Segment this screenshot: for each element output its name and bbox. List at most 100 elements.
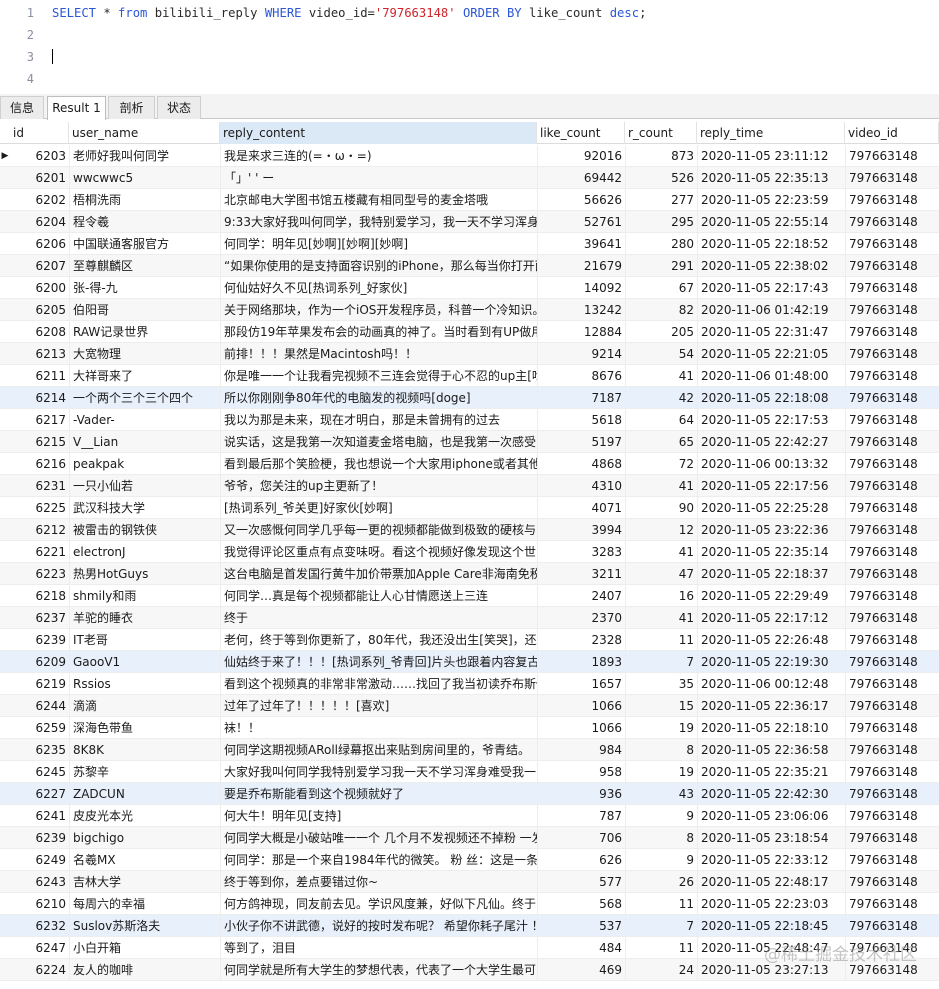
cell-r-count[interactable]: 8 xyxy=(625,827,697,849)
cell-reply-time[interactable]: 2020-11-06 00:13:32 xyxy=(697,453,845,475)
cell-like-count[interactable]: 39641 xyxy=(537,233,625,255)
cell-user-name[interactable]: 小白开箱 xyxy=(69,937,220,959)
cell-reply-content[interactable]: “如果你使用的是支持面容识别的iPhone，那么每当你打开面 xyxy=(220,255,537,277)
column-header-id[interactable]: id xyxy=(10,122,69,144)
cell-reply-content[interactable]: 要是乔布斯能看到这个视频就好了 xyxy=(220,783,537,805)
editor-line[interactable]: 2 xyxy=(0,24,939,46)
cell-reply-content[interactable]: 何同学…真是每个视频都能让人心甘情愿送上三连 xyxy=(220,585,537,607)
cell-video-id[interactable]: 797663148 xyxy=(845,475,939,497)
cell-reply-time[interactable]: 2020-11-05 22:23:59 xyxy=(697,189,845,211)
table-row[interactable]: 6217 -Vader- 我以为那是未来，现在才明白，那是未曾拥有的过去 5618 64… xyxy=(0,409,939,431)
cell-reply-content[interactable]: [热词系列_爷关更]好家伙[妙啊] xyxy=(220,497,537,519)
table-row[interactable]: 6241 皮皮光本光 何大牛！明年见[支持] 787 9 2020-11-05 23:06… xyxy=(0,805,939,827)
cell-id[interactable]: 6206 xyxy=(10,233,69,255)
cell-r-count[interactable]: 90 xyxy=(625,497,697,519)
cell-id[interactable]: 6247 xyxy=(10,937,69,959)
table-row[interactable]: 6221 electronJ 我觉得评论区重点有点变味呀。看这个视频好像发现这个世 3… xyxy=(0,541,939,563)
table-row[interactable]: 6207 至尊麒麟区 “如果你使用的是支持面容识别的iPhone，那么每当你打开面 2… xyxy=(0,255,939,277)
cell-like-count[interactable]: 8676 xyxy=(537,365,625,387)
cell-like-count[interactable]: 4310 xyxy=(537,475,625,497)
cell-reply-time[interactable]: 2020-11-05 22:18:45 xyxy=(697,915,845,937)
cell-r-count[interactable]: 280 xyxy=(625,233,697,255)
cell-video-id[interactable]: 797663148 xyxy=(845,409,939,431)
cell-video-id[interactable]: 797663148 xyxy=(845,673,939,695)
tab-profile[interactable]: 剖析 xyxy=(108,96,155,119)
table-row[interactable]: 6205 伯阳哥 关于网络那块，作为一个iOS开发程序员，科普一个冷知识。 13242… xyxy=(0,299,939,321)
cell-reply-time[interactable]: 2020-11-05 22:29:49 xyxy=(697,585,845,607)
cell-video-id[interactable]: 797663148 xyxy=(845,849,939,871)
cell-reply-content[interactable]: 何同学就是所有大学生的梦想代表，代表了一个大学生最可 xyxy=(220,959,537,981)
cell-reply-content[interactable]: 终于 xyxy=(220,607,537,629)
editor-line[interactable]: 1 SELECT * from bilibili_reply WHERE vide… xyxy=(0,2,939,24)
cell-like-count[interactable]: 1066 xyxy=(537,695,625,717)
cell-video-id[interactable]: 797663148 xyxy=(845,189,939,211)
cell-user-name[interactable]: shmily和雨 xyxy=(69,585,220,607)
cell-reply-time[interactable]: 2020-11-06 00:12:48 xyxy=(697,673,845,695)
cell-reply-content[interactable]: 你是唯一一个让我看完视频不三连会觉得于心不忍的up主[吃 xyxy=(220,365,537,387)
cell-id[interactable]: 6239 xyxy=(10,827,69,849)
cell-r-count[interactable]: 295 xyxy=(625,211,697,233)
cell-reply-content[interactable]: 老何，终于等到你更新了，80年代，我还没出生[笑哭]，还 xyxy=(220,629,537,651)
cell-video-id[interactable]: 797663148 xyxy=(845,519,939,541)
cell-r-count[interactable]: 65 xyxy=(625,431,697,453)
cell-video-id[interactable]: 797663148 xyxy=(845,541,939,563)
cell-video-id[interactable]: 797663148 xyxy=(845,827,939,849)
cell-like-count[interactable]: 5618 xyxy=(537,409,625,431)
cell-id[interactable]: 6224 xyxy=(10,959,69,981)
cell-id[interactable]: 6223 xyxy=(10,563,69,585)
cell-like-count[interactable]: 469 xyxy=(537,959,625,981)
cell-user-name[interactable]: Rssios xyxy=(69,673,220,695)
cell-user-name[interactable]: 友人的咖啡 xyxy=(69,959,220,981)
tab-status[interactable]: 状态 xyxy=(157,96,201,119)
cell-like-count[interactable]: 537 xyxy=(537,915,625,937)
cell-video-id[interactable]: 797663148 xyxy=(845,717,939,739)
cell-user-name[interactable]: ZADCUN xyxy=(69,783,220,805)
cell-video-id[interactable]: 797663148 xyxy=(845,277,939,299)
cell-reply-content[interactable]: 「」' ' ー xyxy=(220,167,537,189)
cell-user-name[interactable]: 一个两个三个三个四个 xyxy=(69,387,220,409)
cell-reply-content[interactable]: 何同学：那是一个来自1984年代的微笑。 粉 丝：这是一条 xyxy=(220,849,537,871)
cell-reply-content[interactable]: 过年了过年了！！！！！[喜欢] xyxy=(220,695,537,717)
table-row[interactable]: 6212 被雷击的钢铁侠 又一次感慨何同学几乎每一更的视频都能做到极致的硬核与 399… xyxy=(0,519,939,541)
cell-reply-time[interactable]: 2020-11-05 23:11:12 xyxy=(697,145,845,167)
cell-id[interactable]: 6217 xyxy=(10,409,69,431)
cell-like-count[interactable]: 1893 xyxy=(537,651,625,673)
cell-like-count[interactable]: 3211 xyxy=(537,563,625,585)
cell-video-id[interactable]: 797663148 xyxy=(845,167,939,189)
table-row[interactable]: 6209 GaooV1 仙姑终于来了！！！[热词系列_爷青回]片头也跟着内容复古 18… xyxy=(0,651,939,673)
cell-reply-time[interactable]: 2020-11-06 01:42:19 xyxy=(697,299,845,321)
cell-id[interactable]: 6249 xyxy=(10,849,69,871)
table-row[interactable]: 6231 一只小仙若 爷爷，您关注的up主更新了！ 4310 41 2020-11-05 … xyxy=(0,475,939,497)
cell-reply-content[interactable]: 何同学这期视频ARoll绿幕抠出来贴到房间里的，爷青结。 xyxy=(220,739,537,761)
cell-id[interactable]: 6241 xyxy=(10,805,69,827)
cell-video-id[interactable]: 797663148 xyxy=(845,365,939,387)
cell-id[interactable]: 6221 xyxy=(10,541,69,563)
cell-r-count[interactable]: 41 xyxy=(625,541,697,563)
result-grid[interactable]: id user_name reply_content like_count r_… xyxy=(0,122,939,989)
cell-video-id[interactable]: 797663148 xyxy=(845,695,939,717)
cell-id[interactable]: 6245 xyxy=(10,761,69,783)
cell-like-count[interactable]: 7187 xyxy=(537,387,625,409)
table-row[interactable]: 6214 一个两个三个三个四个 所以你刚刚争80年代的电脑发的视频吗[doge] 71… xyxy=(0,387,939,409)
table-row[interactable]: 6223 热男HotGuys 这台电脑是首发国行黄牛加价带票加Apple Care非… xyxy=(0,563,939,585)
cell-user-name[interactable]: 中国联通客服官方 xyxy=(69,233,220,255)
cell-user-name[interactable]: 一只小仙若 xyxy=(69,475,220,497)
cell-video-id[interactable]: 797663148 xyxy=(845,893,939,915)
cell-reply-time[interactable]: 2020-11-05 23:06:06 xyxy=(697,805,845,827)
cell-video-id[interactable]: 797663148 xyxy=(845,453,939,475)
cell-video-id[interactable]: 797663148 xyxy=(845,299,939,321)
cell-like-count[interactable]: 1066 xyxy=(537,717,625,739)
cell-reply-time[interactable]: 2020-11-05 22:26:48 xyxy=(697,629,845,651)
cell-like-count[interactable]: 14092 xyxy=(537,277,625,299)
tab-info[interactable]: 信息 xyxy=(0,96,44,119)
cell-video-id[interactable]: 797663148 xyxy=(845,343,939,365)
cell-video-id[interactable]: 797663148 xyxy=(845,761,939,783)
cell-like-count[interactable]: 984 xyxy=(537,739,625,761)
cell-reply-time[interactable]: 2020-11-05 22:42:30 xyxy=(697,783,845,805)
table-row[interactable]: ▶ 6203 老师好我叫何同学 我是来求三连的(=・ω・=) 92016 873 2020-… xyxy=(0,145,939,167)
cell-r-count[interactable]: 8 xyxy=(625,739,697,761)
cell-reply-content[interactable]: 那段仿19年苹果发布会的动画真的神了。当时看到有UP做用 xyxy=(220,321,537,343)
cell-id[interactable]: 6214 xyxy=(10,387,69,409)
cell-r-count[interactable]: 24 xyxy=(625,959,697,981)
cell-like-count[interactable]: 9214 xyxy=(537,343,625,365)
